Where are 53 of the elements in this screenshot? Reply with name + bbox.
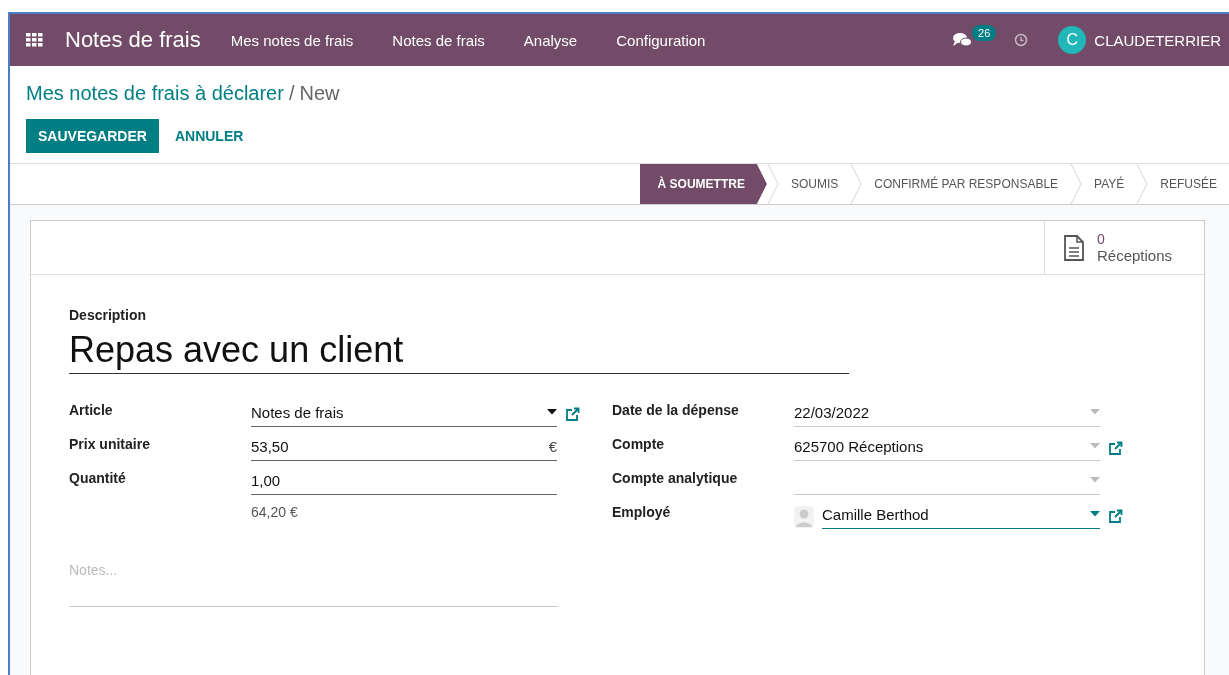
messages-button[interactable] xyxy=(952,32,973,48)
nav-menu-item[interactable]: Analyse xyxy=(523,31,578,49)
breadcrumb-link[interactable]: Mes notes de frais à déclarer xyxy=(26,82,284,104)
field-label: Article xyxy=(69,402,114,418)
field-label: Prix unitaire xyxy=(69,436,151,452)
user-avatar: C xyxy=(1058,26,1087,54)
external-link-icon xyxy=(1107,441,1123,456)
chat-icon xyxy=(952,32,973,48)
input-field[interactable]: 1,00 xyxy=(251,470,557,495)
receipts-smart-button[interactable]: 0 Réceptions xyxy=(1043,221,1204,274)
computed-total: 64,20 € xyxy=(251,504,298,520)
document-icon xyxy=(1062,234,1085,261)
caret-icon xyxy=(1090,409,1100,415)
currency-symbol: € xyxy=(548,437,557,455)
receipts-label: Réceptions xyxy=(1096,247,1172,264)
external-link-button[interactable] xyxy=(1107,509,1123,524)
breadcrumb-separator: / xyxy=(288,82,295,104)
receipts-count: 0 xyxy=(1096,231,1106,247)
external-link-button[interactable] xyxy=(564,407,580,422)
field-label: Employé xyxy=(612,504,672,520)
notes-field[interactable]: Notes... xyxy=(69,562,558,607)
external-link-icon xyxy=(1107,509,1123,524)
breadcrumb-current: New xyxy=(299,82,340,104)
field-label: Date de la dépense xyxy=(612,402,740,418)
dropdown-field[interactable]: Notes de frais xyxy=(251,402,557,427)
nav-menu-item[interactable]: Mes notes de frais xyxy=(230,31,354,49)
external-link-button[interactable] xyxy=(1107,441,1123,456)
app-title: Notes de frais xyxy=(65,27,201,53)
caret-icon xyxy=(547,409,557,415)
field-label: Description xyxy=(69,307,147,323)
save-button[interactable]: SAUVEGARDER xyxy=(26,119,159,153)
status-stage[interactable]: À SOUMETTRE xyxy=(639,164,767,204)
dropdown-field[interactable]: 22/03/2022 xyxy=(794,402,1100,427)
apps-menu-button[interactable] xyxy=(26,33,43,47)
user-name: CLAUDETERRIER xyxy=(1094,31,1221,49)
user-menu[interactable]: C CLAUDETERRIER xyxy=(1058,26,1221,54)
dropdown-field[interactable]: 625700 Réceptions xyxy=(794,436,1100,461)
caret-icon xyxy=(1090,443,1100,449)
field-label: Compte analytique xyxy=(612,470,739,486)
nav-menu-item[interactable]: Notes de frais xyxy=(392,31,485,49)
nav-menu-item[interactable]: Configuration xyxy=(616,31,706,49)
field-label: Quantité xyxy=(69,470,127,486)
field-label: Compte xyxy=(612,436,666,452)
input-field[interactable]: 53,50 € xyxy=(251,436,557,461)
caret-icon xyxy=(1090,477,1100,483)
activities-button[interactable] xyxy=(1014,33,1029,47)
cancel-button[interactable]: ANNULER xyxy=(162,119,256,153)
external-link-icon xyxy=(564,407,580,422)
caret-icon xyxy=(1090,511,1100,517)
grid-icon xyxy=(26,33,43,47)
clock-icon xyxy=(1014,33,1029,47)
dropdown-field[interactable]: Camille Berthod xyxy=(822,504,1100,529)
message-count-badge: 26 xyxy=(972,25,997,41)
